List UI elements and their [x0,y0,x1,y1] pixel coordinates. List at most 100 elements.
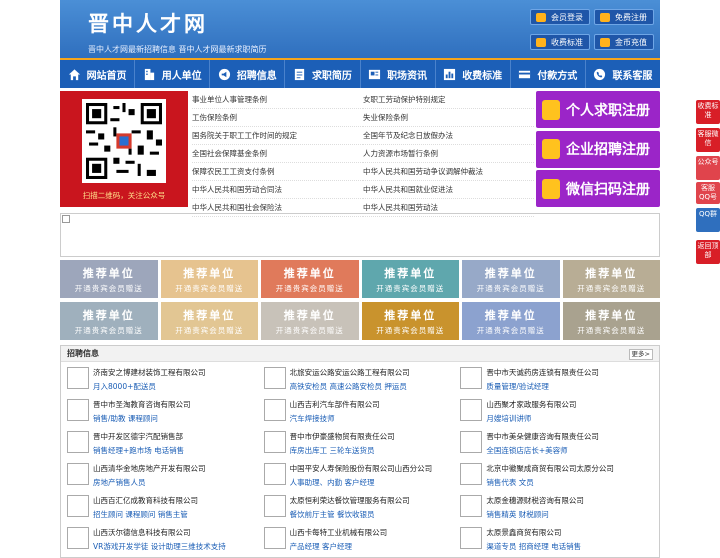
side-float-item[interactable]: 公众号 [696,156,720,180]
register-button-1[interactable]: 企业招聘注册 [536,130,660,168]
company-name[interactable]: 北旅安运公路安运公路工程有限公司 [290,367,459,378]
company-logo[interactable] [460,527,483,549]
company-logo[interactable] [67,495,89,517]
recommended-tile[interactable]: 推荐单位 开通贵宾会员赠送 [60,302,158,340]
job-positions[interactable]: 全国连锁店店长+美容师 [486,445,655,456]
recommended-tile[interactable]: 推荐单位 开通贵宾会员赠送 [261,302,359,340]
nav-item-3[interactable]: 求职简历 [285,60,361,88]
company-name[interactable]: 山西清华金地房地产开发有限公司 [93,463,262,474]
site-logo[interactable]: 晋中人才网 [88,8,208,38]
company-logo[interactable] [460,399,483,421]
register-button-0[interactable]: 个人求职注册 [536,91,660,128]
register-button-2[interactable]: 微信扫码注册 [536,170,660,207]
job-positions[interactable]: 库房出库工 三轮车送货员 [290,445,459,456]
policy-link[interactable]: 国务院关于职工工作时间的规定 [192,127,363,145]
job-positions[interactable]: 餐饮前厅主管 餐饮收银员 [290,509,459,520]
ad-banner[interactable] [60,213,660,257]
side-float-item[interactable]: 客服微信 [696,128,720,152]
company-logo[interactable] [263,399,286,421]
policy-link[interactable]: 人力资源市场暂行条例 [363,145,534,163]
job-positions[interactable]: VR游戏开发学徒 设计助理三维技术支持 [93,541,262,552]
job-positions[interactable]: 汽车焊接技师 [290,413,459,424]
company-logo[interactable] [263,431,286,453]
company-logo[interactable] [460,431,483,453]
recommended-tile[interactable]: 推荐单位 开通贵宾会员赠送 [462,302,560,340]
job-positions[interactable]: 渠道专员 招商经理 电话销售 [486,541,655,552]
recommended-tile[interactable]: 推荐单位 开通贵宾会员赠送 [562,302,660,340]
side-float-item[interactable]: 客服QQ号 [696,182,720,204]
company-name[interactable]: 山西聚才家政服务有限公司 [486,399,655,410]
company-logo[interactable] [67,463,89,485]
job-positions[interactable]: 月入8000+配送员 [93,381,262,392]
policy-link[interactable]: 全国社会保障基金条例 [192,145,363,163]
company-name[interactable]: 晋中市伊豪盛物贸有限责任公司 [290,431,459,442]
policy-link[interactable]: 中华人民共和国劳动合同法 [192,181,363,199]
side-float-item[interactable]: 返回顶部 [696,240,720,264]
nav-item-6[interactable]: 付款方式 [511,60,586,88]
company-logo[interactable] [67,431,89,453]
company-logo[interactable] [460,367,483,389]
recommended-tile[interactable]: 推荐单位 开通贵宾会员赠送 [562,260,660,298]
job-positions[interactable]: 销售/助教 课程顾问 [93,413,262,424]
policy-link[interactable]: 失业保险条例 [363,109,534,127]
company-logo[interactable] [67,527,89,549]
company-name[interactable]: 晋中市美朵健康咨询有限责任公司 [486,431,655,442]
company-logo[interactable] [460,463,483,485]
company-name[interactable]: 山西百汇亿成教育科技有限公司 [93,495,262,506]
job-positions[interactable]: 房地产销售人员 [93,477,262,488]
company-name[interactable]: 晋中开发区德宇汽配销售部 [93,431,262,442]
job-positions[interactable]: 销售精英 财税顾问 [486,509,655,520]
recommended-tile[interactable]: 推荐单位 开通贵宾会员赠送 [361,302,459,340]
job-positions[interactable]: 质量管理/验试经理 [486,381,655,392]
company-name[interactable]: 中国平安人寿保险股份有限公司山西分公司 [290,463,459,474]
nav-item-5[interactable]: 收费标准 [436,60,511,88]
job-positions[interactable]: 月嫂培训讲师 [486,413,655,424]
nav-item-1[interactable]: 用人单位 [135,60,211,88]
company-name[interactable]: 山西吉利汽车部件有限公司 [290,399,459,410]
more-link[interactable]: 更多> [628,349,653,360]
recommended-tile[interactable]: 推荐单位 开通贵宾会员赠送 [160,302,258,340]
company-name[interactable]: 太原金穗源财税咨询有限公司 [486,495,655,506]
recommended-tile[interactable]: 推荐单位 开通贵宾会员赠送 [261,260,359,298]
company-name[interactable]: 太原恒利荣达餐饮管理服务有限公司 [290,495,459,506]
nav-item-2[interactable]: 招聘信息 [210,60,286,88]
coin-recharge-button[interactable]: 金币充值 [594,34,654,50]
free-register-button[interactable]: 免费注册 [594,9,654,25]
nav-item-4[interactable]: 职场资讯 [361,60,436,88]
recommended-tile[interactable]: 推荐单位 开通贵宾会员赠送 [60,260,158,298]
job-positions[interactable]: 高铁安检员 高速公路安检员 押运员 [290,381,459,392]
company-name[interactable]: 晋中市天诚药房连锁有限责任公司 [486,367,655,378]
recommended-tile[interactable]: 推荐单位 开通贵宾会员赠送 [361,260,459,298]
company-name[interactable]: 济南安之博建材装饰工程有限公司 [93,367,262,378]
company-logo[interactable] [263,463,286,485]
company-logo[interactable] [263,495,286,517]
recommended-tile[interactable]: 推荐单位 开通贵宾会员赠送 [462,260,560,298]
policy-link[interactable]: 全国年节及纪念日放假办法 [363,127,534,145]
company-name[interactable]: 晋中市圣淘教育咨询有限公司 [93,399,262,410]
member-login-button[interactable]: 会员登录 [530,9,590,25]
policy-link[interactable]: 中华人民共和国就业促进法 [363,181,534,199]
policy-link[interactable]: 女职工劳动保护特别规定 [363,91,534,109]
fee-standard-button[interactable]: 收费标准 [530,34,590,50]
company-logo[interactable] [263,527,286,549]
nav-item-7[interactable]: 联系客服 [586,60,660,88]
job-positions[interactable]: 人事助理、内勤 客户经理 [290,477,459,488]
side-float-item[interactable]: QQ群 [696,208,720,232]
company-name[interactable]: 太原景鑫商贸有限公司 [486,527,655,538]
company-logo[interactable] [263,367,286,389]
job-positions[interactable]: 招生顾问 课程顾问 销售主管 [93,509,262,520]
policy-link[interactable]: 工伤保险条例 [192,109,363,127]
company-logo[interactable] [67,367,89,389]
policy-link[interactable]: 事业单位人事管理条例 [192,91,363,109]
job-positions[interactable]: 产品经理 客户经理 [290,541,459,552]
company-name[interactable]: 山西沃尔德信息科技有限公司 [93,527,262,538]
company-logo[interactable] [67,399,89,421]
job-positions[interactable]: 销售代表 文员 [486,477,655,488]
policy-link[interactable]: 保障农民工工资支付条例 [192,163,363,181]
company-name[interactable]: 山西卡每特工业机械有限公司 [290,527,459,538]
company-name[interactable]: 北京中徽聚成商贸有限公司太原分公司 [486,463,655,474]
recommended-tile[interactable]: 推荐单位 开通贵宾会员赠送 [160,260,258,298]
job-positions[interactable]: 销售经理+跑市场 电话销售 [93,445,262,456]
nav-item-0[interactable]: 网站首页 [60,60,136,88]
policy-link[interactable]: 中华人民共和国劳动争议调解仲裁法 [363,163,534,181]
